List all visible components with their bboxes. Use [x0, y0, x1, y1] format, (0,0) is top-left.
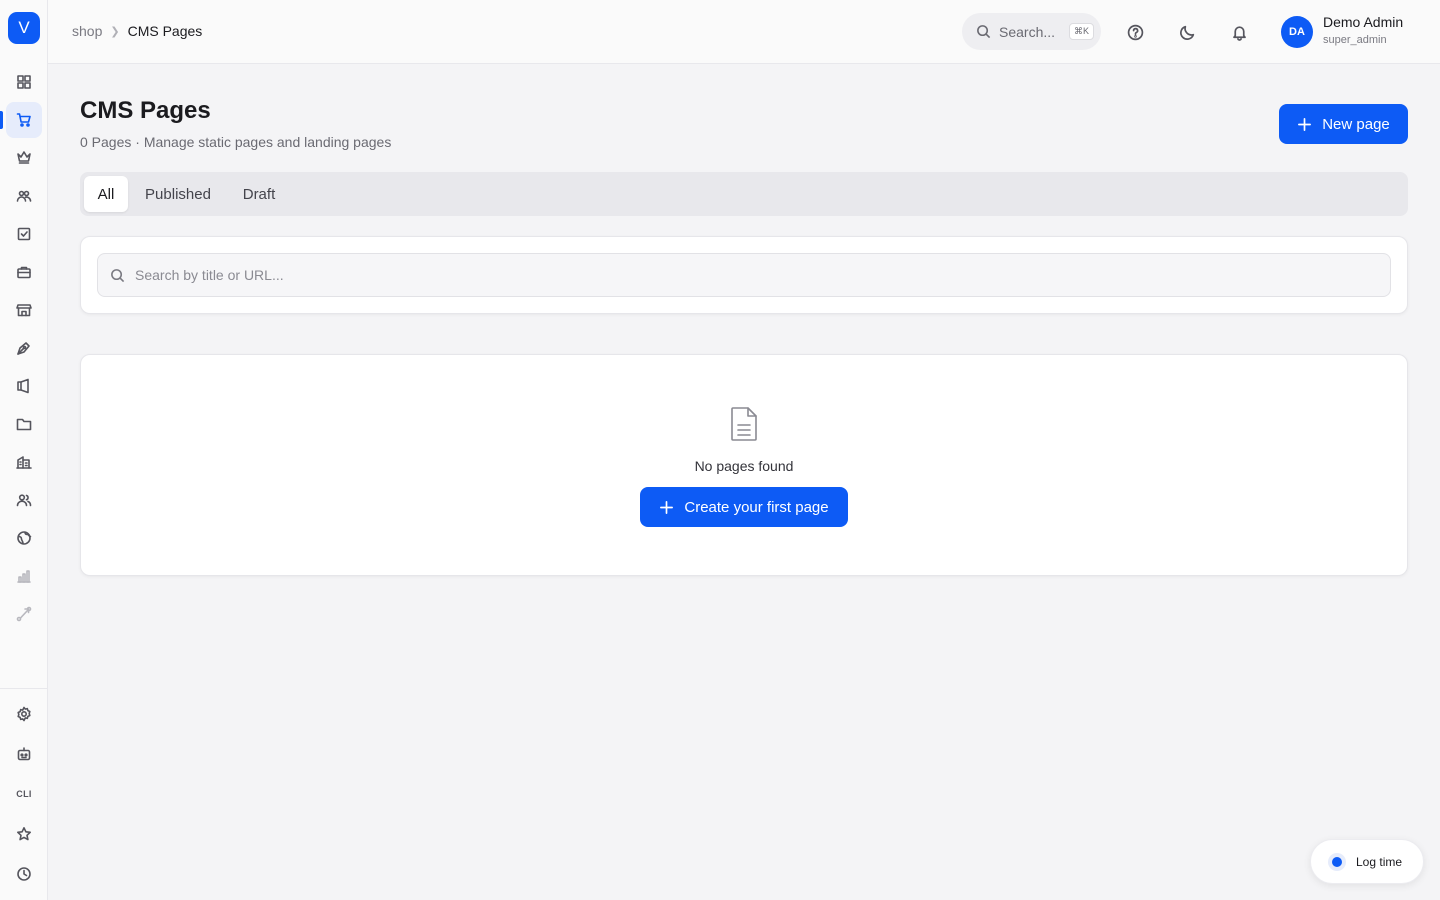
new-page-label: New page	[1322, 115, 1390, 133]
document-icon	[728, 406, 760, 442]
sidebar-item-settings[interactable]	[0, 696, 48, 732]
user-name[interactable]: Demo Admin	[1323, 14, 1403, 30]
tab-draft[interactable]: Draft	[228, 176, 290, 212]
moon-icon	[1179, 25, 1194, 40]
sidebar-item-web[interactable]	[0, 520, 48, 556]
sidebar-item-tasks[interactable]	[0, 216, 48, 252]
shortcut-hint: ⌘K	[1069, 23, 1095, 40]
new-page-button[interactable]: New page	[1279, 104, 1408, 144]
log-time-button[interactable]: Log time	[1310, 839, 1424, 884]
checkbox-task-icon	[17, 227, 31, 241]
global-search-placeholder: Search...	[999, 23, 1056, 40]
star-icon	[17, 827, 31, 841]
contacts-icon	[16, 494, 32, 507]
sidebar-item-history[interactable]	[0, 856, 48, 892]
crown-icon	[17, 151, 31, 164]
breadcrumb-parent[interactable]: shop	[72, 23, 102, 39]
sidebar-item-users[interactable]	[0, 178, 48, 214]
sidebar-item-marketing[interactable]	[0, 368, 48, 404]
help-circle-icon	[1127, 24, 1143, 40]
timer-icon	[1328, 852, 1346, 871]
sidebar-item-content[interactable]	[0, 330, 48, 366]
search-icon	[111, 268, 125, 282]
app-logo[interactable]: V	[8, 12, 40, 44]
shopping-cart-icon	[16, 113, 31, 127]
briefcase-icon	[17, 266, 31, 279]
plus-icon	[660, 500, 674, 514]
tab-published[interactable]: Published	[132, 176, 224, 212]
page-subtitle: 0 Pages · Manage static pages and landin…	[80, 134, 392, 150]
search-icon	[977, 25, 991, 39]
top-bar: shop ❯ CMS Pages Search... ⌘K DA Demo Ad…	[48, 0, 1440, 64]
tab-all[interactable]: All	[84, 176, 128, 212]
globe-icon	[17, 531, 32, 545]
bar-chart-icon	[17, 570, 31, 583]
global-search-button[interactable]: Search... ⌘K	[962, 13, 1101, 50]
sidebar-item-store[interactable]	[0, 292, 48, 328]
clock-icon	[17, 867, 31, 881]
dashboard-grid-icon	[17, 75, 31, 89]
create-first-page-button[interactable]: Create your first page	[640, 487, 848, 527]
user-role: super_admin	[1323, 34, 1387, 46]
sidebar-item-companies[interactable]	[0, 444, 48, 480]
empty-state-message: No pages found	[694, 458, 794, 474]
sidebar-item-products[interactable]	[0, 254, 48, 290]
create-first-page-label: Create your first page	[684, 498, 829, 516]
route-icon	[16, 606, 32, 622]
sidebar-item-dashboard[interactable]	[0, 64, 48, 100]
breadcrumb-current: CMS Pages	[127, 23, 203, 39]
megaphone-icon	[17, 378, 29, 394]
sidebar-item-contacts[interactable]	[0, 482, 48, 518]
cli-icon: CLI	[16, 789, 32, 799]
help-button[interactable]	[1123, 20, 1147, 44]
buildings-icon	[16, 456, 32, 469]
sidebar-item-cli[interactable]: CLI	[0, 776, 48, 812]
folder-icon	[16, 418, 32, 431]
avatar[interactable]: DA	[1281, 16, 1313, 48]
plus-icon	[1298, 117, 1312, 131]
robot-icon	[17, 747, 31, 761]
pages-list-card: No pages found Create your first page	[80, 354, 1408, 576]
sidebar-item-shop[interactable]	[0, 102, 48, 138]
sidebar-item-crown[interactable]	[0, 139, 48, 175]
users-group-icon	[16, 190, 32, 202]
filter-card	[80, 236, 1408, 314]
sidebar-item-automation[interactable]	[0, 736, 48, 772]
sidebar-item-routes[interactable]	[0, 596, 48, 632]
chevron-right-icon: ❯	[110, 25, 120, 38]
storefront-icon	[16, 304, 32, 317]
settings-gear-icon	[17, 706, 31, 722]
breadcrumb: shop ❯ CMS Pages	[72, 23, 202, 39]
sidebar-item-analytics[interactable]	[0, 558, 48, 594]
pen-nib-icon	[17, 342, 30, 355]
sidebar: V CLI	[0, 0, 48, 900]
theme-toggle-button[interactable]	[1175, 20, 1199, 44]
status-tabs: All Published Draft	[80, 172, 1408, 216]
sidebar-item-favorites[interactable]	[0, 816, 48, 852]
notifications-button[interactable]	[1227, 20, 1251, 44]
sidebar-divider	[0, 688, 48, 689]
page-title: CMS Pages	[80, 97, 211, 124]
search-input[interactable]	[135, 267, 1335, 283]
sidebar-item-files[interactable]	[0, 406, 48, 442]
search-field[interactable]	[97, 253, 1391, 297]
log-time-label: Log time	[1356, 854, 1403, 869]
bell-icon	[1232, 25, 1246, 41]
